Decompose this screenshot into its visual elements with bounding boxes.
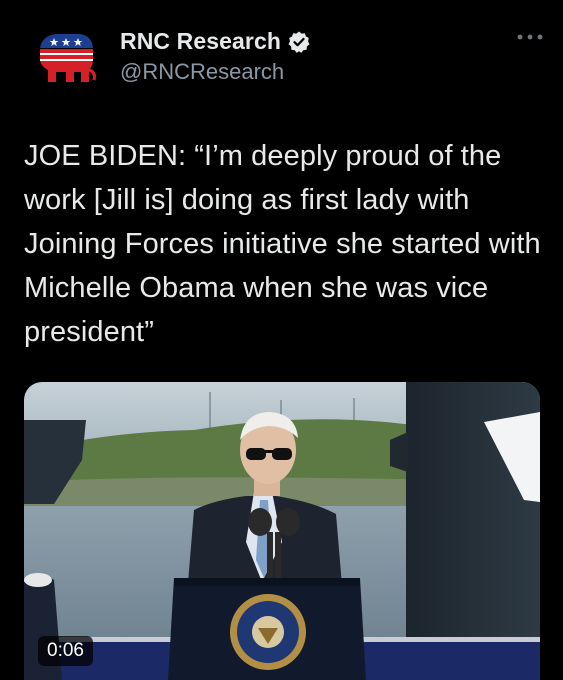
video-thumbnail	[24, 382, 540, 680]
tweet-header: RNC Research @RNCResearch	[36, 22, 546, 92]
author-name-row: RNC Research	[120, 28, 311, 55]
video-duration-badge: 0:06	[38, 636, 93, 666]
more-options-icon[interactable]	[514, 30, 546, 44]
author-display-name[interactable]: RNC Research	[120, 28, 281, 55]
verified-badge-icon	[288, 31, 310, 53]
author-handle[interactable]: @RNCResearch	[120, 59, 284, 85]
rnc-elephant-logo-icon[interactable]	[36, 26, 96, 86]
tweet-card: RNC Research @RNCResearch JOE BIDEN: “I’…	[0, 0, 563, 680]
tweet-text: JOE BIDEN: “I’m deeply proud of the work…	[24, 140, 541, 348]
video-player[interactable]: 0:06	[24, 382, 540, 680]
